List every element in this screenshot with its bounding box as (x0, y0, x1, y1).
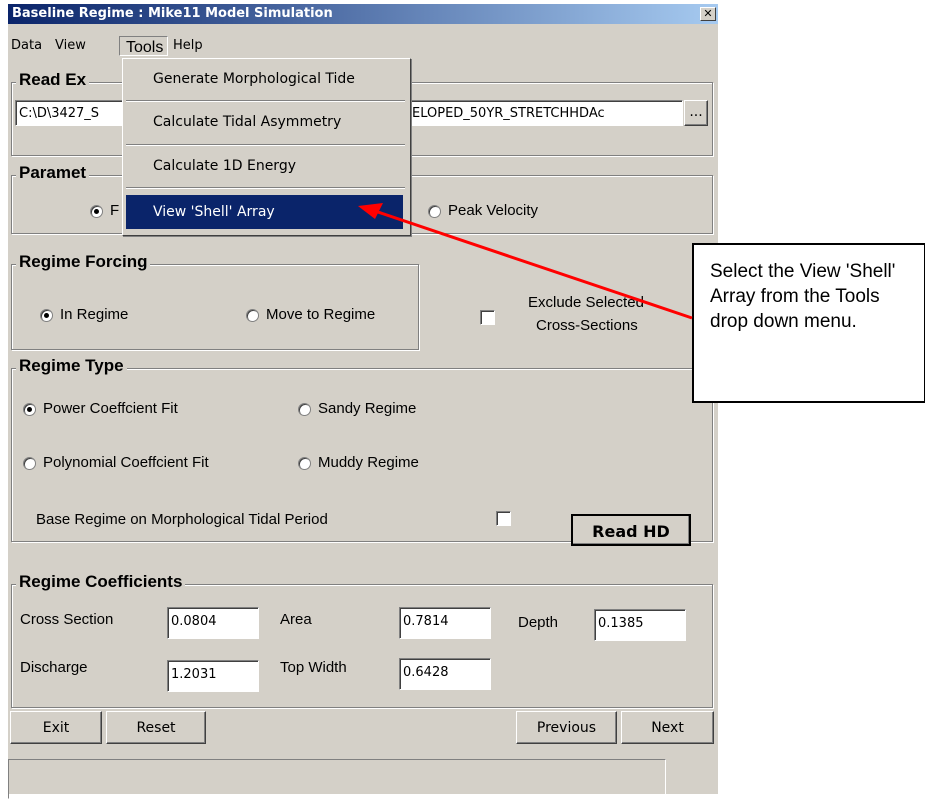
arrow-line (371, 208, 693, 320)
callout-arrow (358, 203, 693, 320)
